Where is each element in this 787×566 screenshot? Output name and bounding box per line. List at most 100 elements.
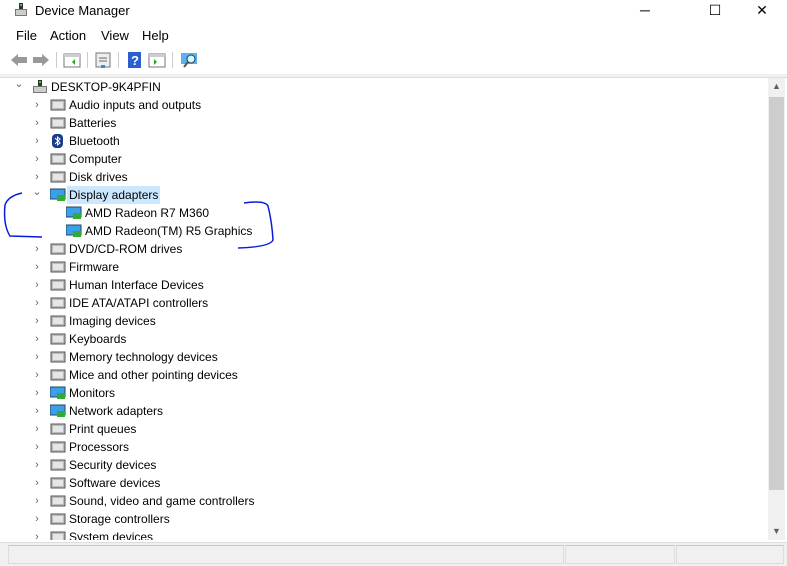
menu-action[interactable]: Action (50, 28, 86, 43)
chevron-down-icon[interactable]: ⌄ (14, 78, 24, 96)
chevron-right-icon[interactable]: › (32, 96, 42, 114)
close-button[interactable]: ✕ (739, 0, 785, 22)
menu-view[interactable]: View (101, 28, 129, 43)
console-tree-icon[interactable] (63, 51, 81, 69)
forward-icon[interactable] (32, 51, 50, 69)
tree-category[interactable]: › Network adapters (0, 402, 768, 420)
chevron-right-icon[interactable]: › (32, 132, 42, 150)
tree-category[interactable]: › Computer (0, 150, 768, 168)
vertical-scrollbar[interactable]: ▲ ▼ (768, 78, 785, 540)
back-icon[interactable] (10, 51, 28, 69)
tree-category[interactable]: › System devices (0, 528, 768, 540)
tree-category[interactable]: › Processors (0, 438, 768, 456)
tree-label: Memory technology devices (69, 350, 218, 364)
tree-label: Audio inputs and outputs (69, 98, 202, 112)
bluetooth-icon (52, 134, 63, 148)
menu-help[interactable]: Help (142, 28, 169, 43)
scan-hardware-icon[interactable] (180, 51, 198, 69)
chevron-right-icon[interactable]: › (32, 150, 42, 168)
chevron-right-icon[interactable]: › (32, 312, 42, 330)
chevron-right-icon[interactable]: › (32, 510, 42, 528)
tree-category[interactable]: › Mice and other pointing devices (0, 366, 768, 384)
chevron-right-icon[interactable]: › (32, 258, 42, 276)
tree-category[interactable]: › Keyboards (0, 330, 768, 348)
tree-category[interactable]: › Batteries (0, 114, 768, 132)
minimize-button[interactable]: ─ (622, 0, 668, 22)
speaker-icon (50, 99, 66, 111)
tree-label: Computer (69, 152, 122, 166)
scroll-up-icon[interactable]: ▲ (768, 78, 785, 95)
chevron-right-icon[interactable]: › (32, 366, 42, 384)
tree-device[interactable]: AMD Radeon(TM) R5 Graphics (0, 222, 768, 240)
chevron-right-icon[interactable]: › (32, 492, 42, 510)
network-icon (50, 404, 66, 417)
menu-file[interactable]: File (16, 28, 37, 43)
chevron-right-icon[interactable]: › (32, 330, 42, 348)
tree-label: Mice and other pointing devices (69, 368, 238, 382)
chevron-right-icon[interactable]: › (32, 384, 42, 402)
tree-label: DVD/CD-ROM drives (69, 242, 183, 256)
chevron-right-icon[interactable]: › (32, 348, 42, 366)
disk-icon (50, 171, 66, 183)
chevron-right-icon[interactable]: › (32, 294, 42, 312)
tree-root[interactable]: ⌄ DESKTOP-9K4PFIN (0, 78, 768, 96)
tree-category[interactable]: › Audio inputs and outputs (0, 96, 768, 114)
chevron-right-icon[interactable]: › (32, 276, 42, 294)
tree-category[interactable]: › Storage controllers (0, 510, 768, 528)
tree-label: Security devices (69, 458, 157, 472)
chevron-right-icon[interactable]: › (32, 114, 42, 132)
status-bar (0, 542, 787, 566)
maximize-button[interactable]: ☐ (692, 0, 738, 22)
tree-label: Monitors (69, 386, 116, 400)
chevron-right-icon[interactable]: › (32, 438, 42, 456)
chevron-right-icon[interactable]: › (32, 456, 42, 474)
tree-label: Storage controllers (69, 512, 170, 526)
chevron-right-icon[interactable]: › (32, 402, 42, 420)
printer-icon (50, 423, 66, 435)
tree-category[interactable]: ⌄ Display adapters (0, 186, 768, 204)
hid-icon (50, 279, 66, 291)
tree-category[interactable]: › Human Interface Devices (0, 276, 768, 294)
camera-icon (50, 315, 66, 327)
chevron-right-icon[interactable]: › (32, 474, 42, 492)
chevron-down-icon[interactable]: ⌄ (32, 186, 42, 204)
software-icon (50, 477, 66, 489)
memory-icon (50, 351, 66, 363)
mouse-icon (50, 369, 66, 381)
chevron-right-icon[interactable]: › (32, 420, 42, 438)
svg-text:?: ? (131, 53, 139, 68)
tree-category[interactable]: › Disk drives (0, 168, 768, 186)
tree-category[interactable]: › IDE ATA/ATAPI controllers (0, 294, 768, 312)
tree-label: Sound, video and game controllers (69, 494, 255, 508)
chevron-right-icon[interactable]: › (32, 240, 42, 258)
help-icon[interactable]: ? (126, 51, 144, 69)
tree-category[interactable]: › Imaging devices (0, 312, 768, 330)
chevron-right-icon[interactable]: › (32, 168, 42, 186)
root (33, 80, 47, 93)
tree-label: Software devices (69, 476, 161, 490)
tree-category[interactable]: › Print queues (0, 420, 768, 438)
scrollbar-thumb[interactable] (769, 97, 784, 490)
system-icon (50, 531, 66, 540)
tree-category[interactable]: › Software devices (0, 474, 768, 492)
tree-label: Network adapters (69, 404, 164, 418)
tree-category[interactable]: › DVD/CD-ROM drives (0, 240, 768, 258)
tree-label: Display adapters (67, 186, 161, 204)
scroll-down-icon[interactable]: ▼ (768, 523, 785, 540)
display-adapter-icon (66, 206, 82, 219)
chevron-right-icon[interactable]: › (32, 528, 42, 540)
tree-category[interactable]: › Memory technology devices (0, 348, 768, 366)
tree-category[interactable]: › Sound, video and game controllers (0, 492, 768, 510)
tree-device[interactable]: AMD Radeon R7 M360 (0, 204, 768, 222)
toolbar: ? (0, 49, 787, 71)
tree-label: AMD Radeon R7 M360 (85, 206, 210, 220)
action-pane-icon[interactable] (148, 51, 166, 69)
device-tree: ⌄ DESKTOP-9K4PFIN › Audio inputs and output… (0, 78, 768, 540)
tree-category[interactable]: › Monitors (0, 384, 768, 402)
tree-label: Processors (69, 440, 130, 454)
properties-icon[interactable] (94, 51, 112, 69)
tree-category[interactable]: › Firmware (0, 258, 768, 276)
tree-label: Print queues (69, 422, 137, 436)
tree-category[interactable]: › Bluetooth (0, 132, 768, 150)
tree-category[interactable]: › Security devices (0, 456, 768, 474)
